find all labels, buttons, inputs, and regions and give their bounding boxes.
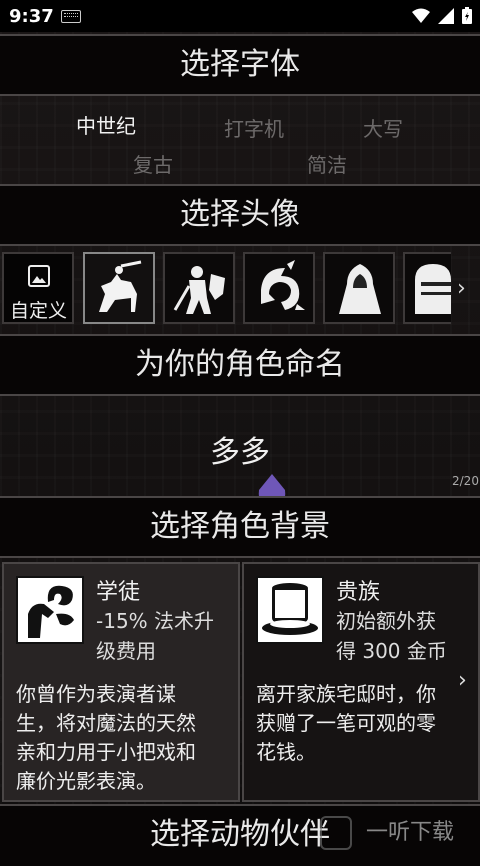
noble-top-hat-icon <box>256 576 324 644</box>
background-card-bonus-line: -15% 法术升 <box>96 609 215 633</box>
status-time: 9:37 <box>9 6 54 27</box>
watermark-logo-icon <box>320 816 352 850</box>
avatar-knight[interactable] <box>83 252 155 324</box>
knight-on-horse-icon <box>99 260 142 312</box>
avatar-next-chevron-icon[interactable]: › <box>457 276 466 301</box>
background-card-description-line: 离开家族宅邸时，你 <box>256 682 436 706</box>
avatar-beast[interactable] <box>243 252 315 324</box>
avatar-custom-button[interactable]: 自定义 <box>2 252 74 324</box>
font-option-uppercase[interactable]: 大写 <box>363 113 403 142</box>
avatar-section-header: 选择头像 <box>0 184 480 246</box>
avatar-helmet[interactable] <box>403 252 451 324</box>
background-card-description-line: 廉价光影表演。 <box>16 769 156 793</box>
battery-icon <box>462 7 472 24</box>
keyboard-icon <box>61 10 81 23</box>
background-card-bonus: 初始额外获 得 300 金币 <box>336 606 447 666</box>
hooded-figure-icon <box>339 264 381 314</box>
watermark: 一听下载 <box>320 812 480 853</box>
signal-icon <box>438 7 454 24</box>
background-card-description: 离开家族宅邸时，你 获赠了一笔可观的零 花钱。 <box>256 680 436 767</box>
background-card-noble[interactable]: 贵族 初始额外获 得 300 金币 离开家族宅邸时，你 获赠了一笔可观的零 花钱… <box>242 562 480 802</box>
font-option-simple[interactable]: 简洁 <box>307 149 347 178</box>
background-next-chevron-icon[interactable]: › <box>458 668 467 693</box>
background-card-title: 学徒 <box>96 580 141 605</box>
background-card-description-line: 亲和力用于小把戏和 <box>16 740 196 764</box>
font-option-retro[interactable]: 复古 <box>133 149 173 178</box>
status-icons <box>412 7 472 24</box>
background-card-description-line: 生，将对魔法的天然 <box>16 711 196 735</box>
wifi-icon <box>412 8 430 23</box>
character-name-input[interactable]: 多多 <box>0 427 480 471</box>
watermark-text: 一听下载 <box>366 820 455 845</box>
helmet-icon <box>415 264 451 314</box>
background-card-description-line: 你曾作为表演者谋 <box>16 682 176 706</box>
background-card-description-line: 获赠了一笔可观的零 <box>256 711 436 735</box>
name-section-header: 为你的角色命名 <box>0 334 480 396</box>
background-card-title: 贵族 <box>336 580 381 605</box>
avatar-warrior[interactable] <box>163 252 235 324</box>
image-icon <box>28 265 50 287</box>
warrior-with-shield-icon <box>173 266 225 314</box>
background-card-description-line: 花钱。 <box>256 740 316 764</box>
status-bar: 9:37 <box>0 0 480 32</box>
beast-claw-icon <box>261 260 305 310</box>
avatar-hooded[interactable] <box>323 252 395 324</box>
background-section-header: 选择角色背景 <box>0 496 480 558</box>
avatar-custom-label: 自定义 <box>10 300 68 322</box>
background-card-apprentice[interactable]: 学徒 -15% 法术升 级费用 你曾作为表演者谋 生，将对魔法的天然 亲和力用于… <box>2 562 240 802</box>
font-option-typewriter[interactable]: 打字机 <box>224 113 284 142</box>
background-card-bonus-line: 得 300 金币 <box>336 639 447 663</box>
apprentice-icon <box>16 576 84 644</box>
page-counter: 2/20 <box>452 474 479 488</box>
avatar-row: 自定义 › <box>0 250 480 328</box>
font-section-header: 选择字体 <box>0 34 480 96</box>
background-card-description: 你曾作为表演者谋 生，将对魔法的天然 亲和力用于小把戏和 廉价光影表演。 <box>16 680 196 796</box>
background-card-bonus-line: 初始额外获 <box>336 609 436 633</box>
background-card-bonus: -15% 法术升 级费用 <box>96 606 214 666</box>
font-option-medieval[interactable]: 中世纪 <box>76 110 136 139</box>
background-card-bonus-line: 级费用 <box>96 639 156 663</box>
